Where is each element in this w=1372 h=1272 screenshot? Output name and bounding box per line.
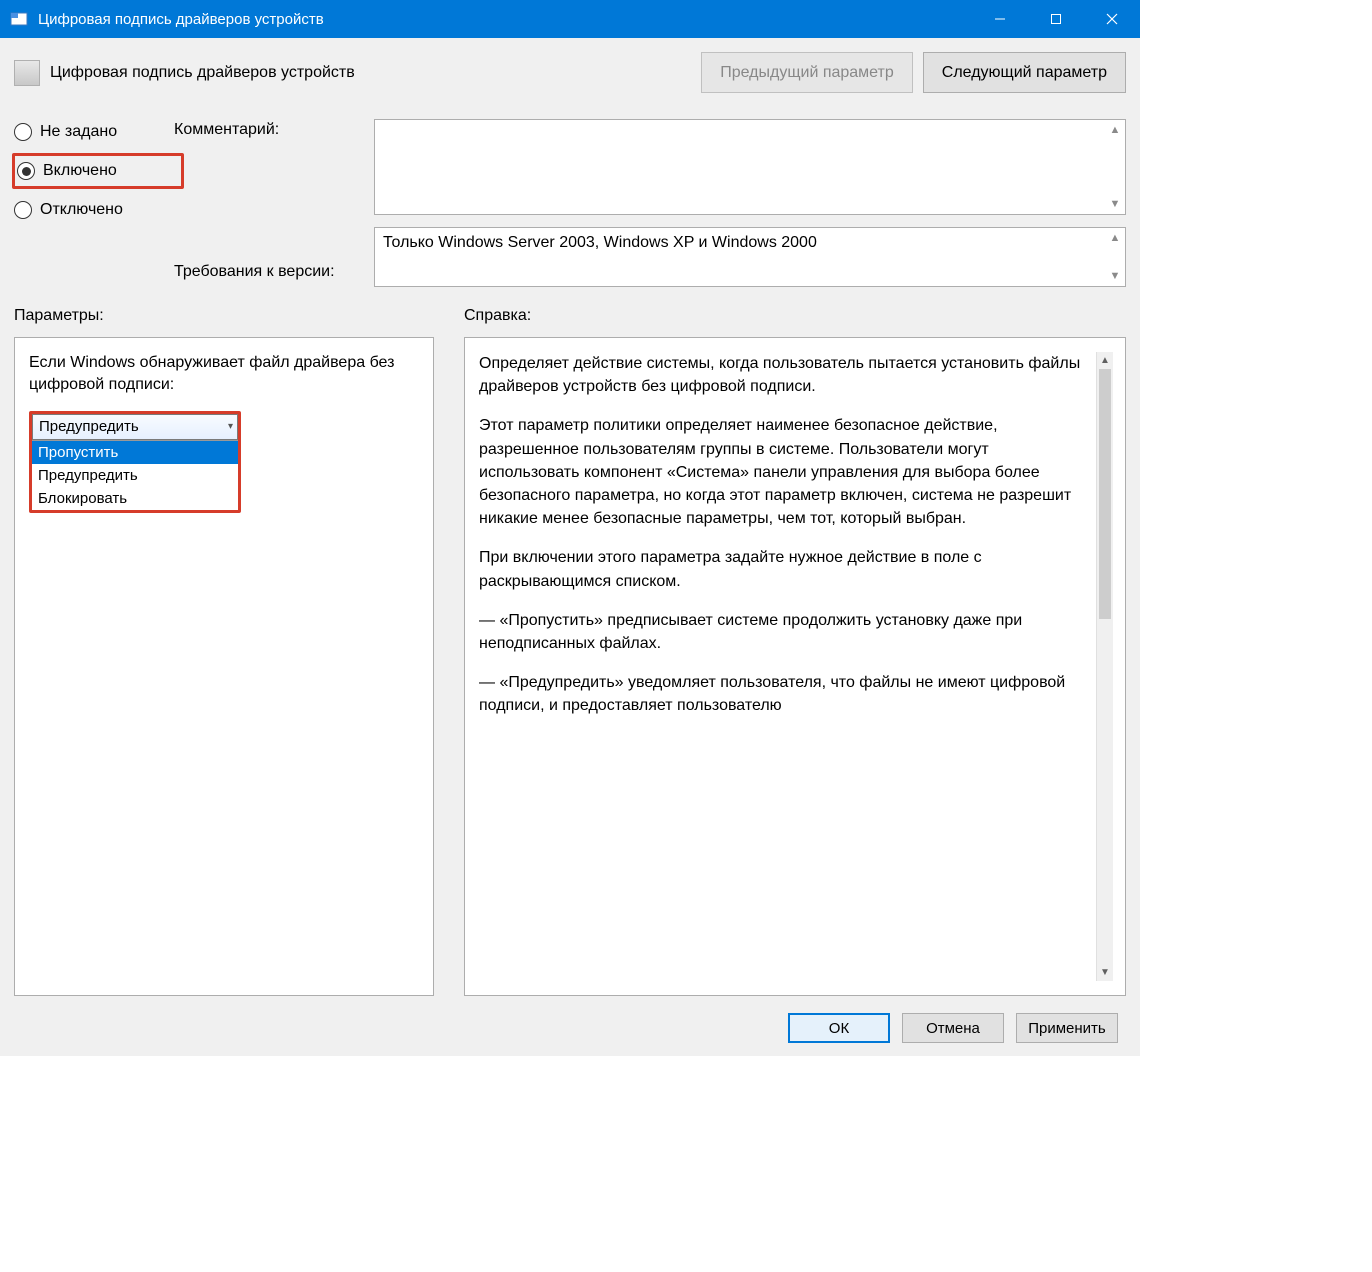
ok-button[interactable]: ОК: [788, 1013, 890, 1043]
radio-label: Не задано: [40, 123, 117, 141]
window-title: Цифровая подпись драйверов устройств: [38, 11, 972, 28]
requirements-text: Только Windows Server 2003, Windows XP и…: [383, 234, 817, 251]
scrollbar-thumb[interactable]: [1099, 369, 1111, 619]
help-paragraph: При включении этого параметра задайте ну…: [479, 546, 1092, 592]
radio-enabled[interactable]: Включено: [17, 162, 117, 180]
signature-action-dropdown[interactable]: Предупредить ▾: [32, 414, 238, 440]
previous-setting-button[interactable]: Предыдущий параметр: [701, 52, 913, 93]
radio-label: Включено: [43, 162, 117, 180]
maximize-button[interactable]: [1028, 0, 1084, 38]
dropdown-value: Предупредить: [39, 418, 139, 435]
app-icon: [10, 10, 28, 28]
radio-disabled[interactable]: Отключено: [14, 201, 174, 219]
dropdown-option-skip[interactable]: Пропустить: [32, 441, 238, 464]
scroll-down-icon[interactable]: ▼: [1107, 268, 1123, 284]
help-paragraph: Определяет действие системы, когда польз…: [479, 352, 1092, 398]
dropdown-option-warn[interactable]: Предупредить: [32, 464, 238, 487]
radio-not-configured[interactable]: Не задано: [14, 123, 174, 141]
cancel-button[interactable]: Отмена: [902, 1013, 1004, 1043]
chevron-down-icon: ▾: [228, 421, 233, 432]
close-button[interactable]: [1084, 0, 1140, 38]
help-heading: Справка:: [464, 307, 1126, 325]
dropdown-list: Пропустить Предупредить Блокировать: [32, 440, 238, 510]
parameters-panel: Если Windows обнаруживает файл драйвера …: [14, 337, 434, 996]
titlebar: Цифровая подпись драйверов устройств: [0, 0, 1140, 38]
scroll-down-icon[interactable]: ▼: [1097, 964, 1113, 981]
comment-label: Комментарий:: [174, 121, 374, 139]
apply-button[interactable]: Применить: [1016, 1013, 1118, 1043]
scroll-up-icon[interactable]: ▲: [1107, 230, 1123, 246]
help-paragraph: — «Пропустить» предписывает системе прод…: [479, 609, 1092, 655]
help-panel: Определяет действие системы, когда польз…: [464, 337, 1126, 996]
policy-icon: [14, 60, 40, 86]
scroll-up-icon[interactable]: ▲: [1107, 122, 1123, 138]
scroll-up-icon[interactable]: ▲: [1097, 352, 1113, 369]
minimize-button[interactable]: [972, 0, 1028, 38]
radio-label: Отключено: [40, 201, 123, 219]
parameter-intro-text: Если Windows обнаруживает файл драйвера …: [29, 352, 419, 397]
help-paragraph: — «Предупредить» уведомляет пользователя…: [479, 671, 1092, 717]
comment-textarea[interactable]: ▲ ▼: [374, 119, 1126, 215]
next-setting-button[interactable]: Следующий параметр: [923, 52, 1126, 93]
dropdown-option-block[interactable]: Блокировать: [32, 487, 238, 510]
policy-title: Цифровая подпись драйверов устройств: [50, 64, 691, 82]
parameters-heading: Параметры:: [14, 307, 434, 325]
radio-dot-icon: [17, 162, 35, 180]
help-scrollbar[interactable]: ▲ ▼: [1096, 352, 1113, 981]
radio-dot-icon: [14, 201, 32, 219]
help-paragraph: Этот параметр политики определяет наимен…: [479, 414, 1092, 530]
requirements-label: Требования к версии:: [174, 263, 374, 281]
requirements-box: Только Windows Server 2003, Windows XP и…: [374, 227, 1126, 287]
scroll-down-icon[interactable]: ▼: [1107, 196, 1123, 212]
radio-dot-icon: [14, 123, 32, 141]
